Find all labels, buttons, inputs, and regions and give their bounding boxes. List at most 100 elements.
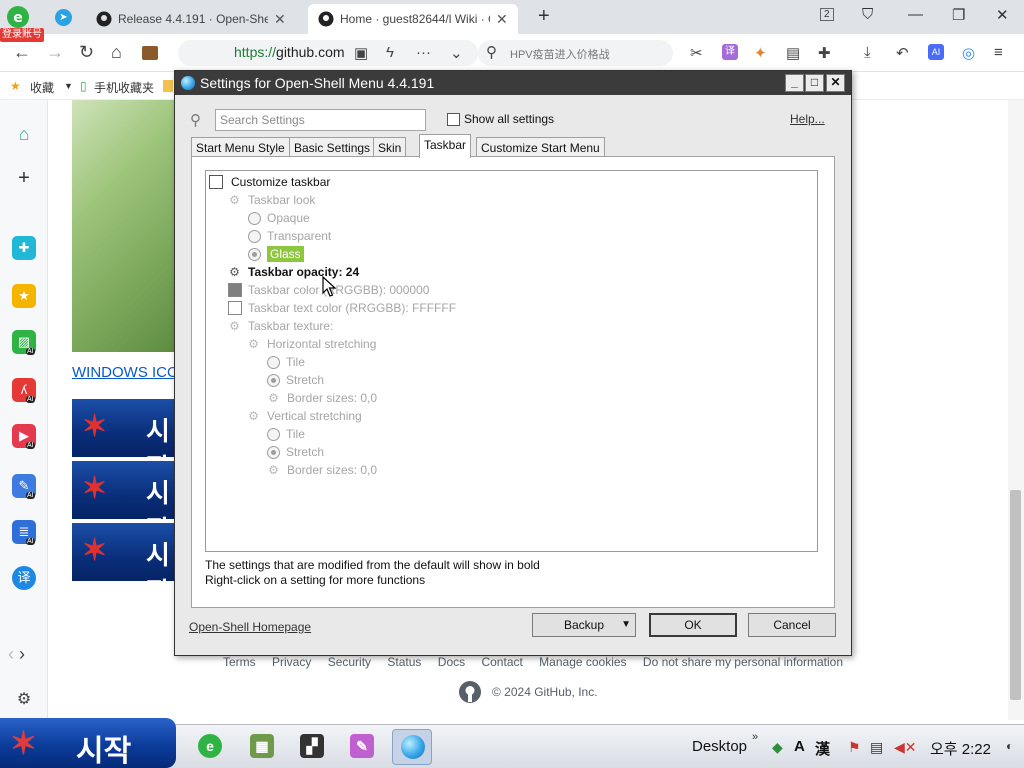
footer-link-cookies[interactable]: Manage cookies [539,655,626,669]
footer-link-do-not-share[interactable]: Do not share my personal information [643,655,843,669]
telegram-icon[interactable]: ➤ [55,9,72,26]
settings-tree[interactable]: Customize taskbar ⚙ Taskbar look Opaque … [205,170,818,552]
github-icon[interactable] [458,680,482,704]
opaque-radio[interactable] [248,211,261,225]
undo-icon[interactable]: ↶ [896,44,909,62]
game-icon[interactable]: ✦ [754,44,767,62]
forward-icon[interactable]: → [46,42,64,63]
close-window-icon[interactable]: ✕ [996,6,1009,24]
glass-radio[interactable] [248,247,261,261]
v-stretch-radio-row[interactable]: Stretch [267,443,324,461]
footer-link-contact[interactable]: Contact [481,655,522,669]
h-tile-radio-row[interactable]: Tile [267,353,305,371]
new-tab-button[interactable]: + [538,5,550,28]
dialog-minimize-button[interactable]: _ [785,74,804,92]
footer-link-privacy[interactable]: Privacy [272,655,311,669]
tab-count-icon[interactable]: 2 [820,8,834,21]
footer-link-status[interactable]: Status [387,655,421,669]
lightning-icon[interactable]: ϟ [386,44,394,61]
customize-taskbar-row[interactable]: Customize taskbar [209,173,330,191]
chevron-down-icon[interactable]: ⌄ [450,44,463,62]
clock[interactable]: 오후 2:22 [930,738,991,759]
taskbar-movie-maker[interactable]: ▞ [292,729,332,765]
ai-icon[interactable]: AI [928,44,944,60]
show-all-settings-label[interactable]: Show all settings [464,112,554,126]
add-icon[interactable]: + [12,166,36,190]
volume-muted-icon[interactable]: ◀✕ [894,739,917,756]
h-border-sizes-row[interactable]: ⚙ Border sizes: 0,0 [267,389,377,407]
tab-close-icon[interactable]: ✕ [496,11,508,28]
screenshot-icon[interactable]: ▣ [354,44,368,62]
opaque-radio-row[interactable]: Opaque [248,209,310,227]
briefcase-icon[interactable] [142,46,158,60]
browser-logo-icon[interactable]: e [4,4,32,30]
desktop-toolbar-label[interactable]: Desktop [692,738,747,755]
open-shell-homepage-link[interactable]: Open-Shell Homepage [189,620,311,634]
language-bar-icon[interactable]: ◆ [772,739,783,756]
minimize-icon[interactable]: — [908,6,923,23]
show-desktop-icon[interactable]: ◐ [1006,739,1013,753]
network-icon[interactable]: ▤ [870,739,883,756]
chevron-right-icon[interactable]: › [19,644,25,664]
tab-skin[interactable]: Skin [373,137,407,157]
address-url[interactable]: https://github.com [234,44,345,60]
taskbar-notepad[interactable]: ▦ [242,729,282,765]
scrollbar-thumb[interactable] [1010,490,1021,700]
ok-button[interactable]: OK [649,613,737,637]
settings-gear-icon[interactable]: ⚙ [12,688,36,712]
cancel-button[interactable]: Cancel [748,613,836,637]
help-link[interactable]: Help... [790,112,825,126]
extensions-icon[interactable]: ✚ [818,44,831,62]
dropdown-arrow-icon[interactable]: ▼ [621,614,631,636]
show-all-settings-checkbox[interactable] [447,113,460,126]
tab-customize-start-menu[interactable]: Customize Start Menu [476,137,605,157]
tab-wiki-home[interactable]: Home · guest82644/l Wiki · Git ✕ [308,4,518,34]
tab-release[interactable]: Release 4.4.191 · Open-Shell/O ✕ [86,4,296,34]
taskbar-text-color-swatch[interactable] [228,301,242,315]
shirt-icon[interactable]: ⛉ [862,6,873,23]
dialog-close-button[interactable]: ✕ [826,74,845,92]
v-stretch-radio[interactable] [267,445,280,459]
home-icon[interactable]: ⌂ [111,42,122,63]
tab-close-icon[interactable]: ✕ [274,11,286,28]
start-button[interactable]: ✶ 시작 [0,718,176,768]
chevron-down-icon[interactable]: ▼ [64,81,73,91]
search-settings-input[interactable]: Search Settings [215,109,426,131]
taskbar-paint[interactable]: ✎ [342,729,382,765]
h-stretch-radio-row[interactable]: Stretch [267,371,324,389]
home-icon[interactable]: ⌂ [12,122,36,146]
ime-mode-a[interactable]: A [794,738,805,755]
bookmark-favorites[interactable]: 收藏 [30,79,54,96]
medical-icon[interactable]: ✚ [12,236,36,260]
taskbar-opacity-row[interactable]: ⚙ Taskbar opacity: 24 [228,263,359,281]
taskbar-open-shell[interactable] [392,729,432,765]
restore-icon[interactable]: ❐ [952,6,965,24]
sync-icon[interactable]: ◎ [962,44,975,62]
menu-icon[interactable]: ≡ [994,44,1003,61]
taskbar-texture-row[interactable]: ⚙ Taskbar texture: [228,317,333,335]
h-stretch-radio[interactable] [267,373,280,387]
more-icon[interactable]: ··· [416,44,431,61]
taskbar-browser[interactable]: e [190,729,230,765]
ime-mode-han[interactable]: 漢 [815,738,830,759]
tab-start-menu-style[interactable]: Start Menu Style [191,137,290,157]
translate-icon[interactable]: 译 [12,566,36,590]
customize-taskbar-checkbox[interactable] [209,175,223,189]
transparent-radio[interactable] [248,229,261,243]
horizontal-stretching-row[interactable]: ⚙ Horizontal stretching [247,335,376,353]
dialog-titlebar[interactable]: Settings for Open-Shell Menu 4.4.191 _ □… [175,71,851,95]
security-alert-icon[interactable]: ⚑ [848,739,861,756]
windows-icons-link[interactable]: WINDOWS ICONS [72,364,182,381]
v-tile-radio[interactable] [267,427,280,441]
backup-button[interactable]: Backup ▼ [532,613,636,637]
footer-link-terms[interactable]: Terms [223,655,256,669]
tab-basic-settings[interactable]: Basic Settings [289,137,376,157]
taskbar-look-row[interactable]: ⚙ Taskbar look [228,191,315,209]
footer-link-docs[interactable]: Docs [438,655,465,669]
back-icon[interactable]: ← [13,42,31,63]
login-badge[interactable]: 登录账号 [0,28,44,42]
v-border-sizes-row[interactable]: ⚙ Border sizes: 0,0 [267,461,377,479]
glass-radio-row[interactable]: Glass [248,245,304,263]
favorites-star-icon[interactable]: ★ [12,284,36,308]
chevron-left-icon[interactable]: ‹ [8,644,14,664]
